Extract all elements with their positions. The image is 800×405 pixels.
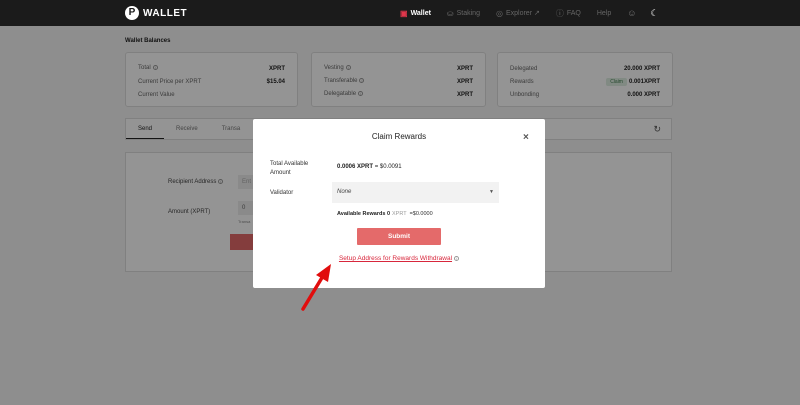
nav-item-help[interactable]: Help bbox=[597, 10, 611, 17]
staking-icon: ⛀ bbox=[446, 8, 454, 18]
total-available-label: Total Available Amount bbox=[270, 161, 309, 176]
available-value: 0 bbox=[386, 211, 390, 217]
brand-logo-icon: P bbox=[125, 6, 139, 20]
total-available-value: 0.0006 XPRT = $0.0091 bbox=[337, 164, 402, 170]
caret-down-icon: ▼ bbox=[489, 189, 494, 195]
moon-icon[interactable]: ☾ bbox=[650, 8, 658, 19]
setup-withdrawal-row: Setup Address for Rewards Withdrawal i bbox=[253, 255, 545, 262]
red-arrow-annotation bbox=[301, 264, 331, 311]
available-rewards: Available Rewards 0 XPRT =$0.0000 bbox=[337, 211, 433, 217]
nav-item-wallet[interactable]: ▣ Wallet bbox=[400, 9, 431, 18]
explorer-icon: ◎ bbox=[495, 8, 503, 18]
close-icon[interactable]: × bbox=[523, 132, 529, 143]
faq-icon: ⓘ bbox=[555, 8, 564, 18]
nav-item-label: FAQ bbox=[566, 9, 581, 17]
total-amount: 0.0006 XPRT bbox=[337, 164, 374, 170]
total-usd: = $0.0091 bbox=[374, 164, 402, 170]
nav-item-explorer[interactable]: ◎ Explorer ↗ bbox=[496, 9, 540, 18]
setup-withdrawal-link[interactable]: Setup Address for Rewards Withdrawal bbox=[339, 255, 452, 262]
nav-item-label: Staking bbox=[456, 9, 480, 17]
nav-item-faq[interactable]: ⓘ FAQ bbox=[556, 8, 581, 19]
wallet-icon: ▣ bbox=[400, 8, 408, 18]
submit-button[interactable]: Submit bbox=[357, 228, 441, 245]
top-navbar: P WALLET ▣ Wallet ⛀ Staking ◎ Explorer ↗… bbox=[0, 0, 800, 26]
nav-item-label: Help bbox=[596, 9, 612, 17]
nav-item-label: Explorer ↗ bbox=[505, 10, 540, 17]
nav-item-staking[interactable]: ⛀ Staking bbox=[447, 9, 480, 18]
available-unit: XPRT bbox=[392, 211, 407, 217]
available-usd: =$0.0000 bbox=[409, 211, 433, 217]
brand[interactable]: P WALLET bbox=[125, 6, 187, 20]
validator-selected: None bbox=[337, 189, 352, 195]
validator-select[interactable]: None ▼ bbox=[332, 182, 499, 203]
nav-menu: ▣ Wallet ⛀ Staking ◎ Explorer ↗ ⓘ FAQ He… bbox=[400, 0, 673, 26]
nav-item-label: Wallet bbox=[410, 9, 431, 17]
brand-name: WALLET bbox=[143, 7, 188, 19]
validator-label: Validator bbox=[270, 190, 294, 196]
modal-title: Claim Rewards bbox=[371, 132, 427, 141]
info-icon[interactable]: i bbox=[454, 255, 460, 261]
available-label: Available Rewards bbox=[337, 211, 386, 217]
user-icon[interactable]: ☺ bbox=[627, 8, 636, 18]
